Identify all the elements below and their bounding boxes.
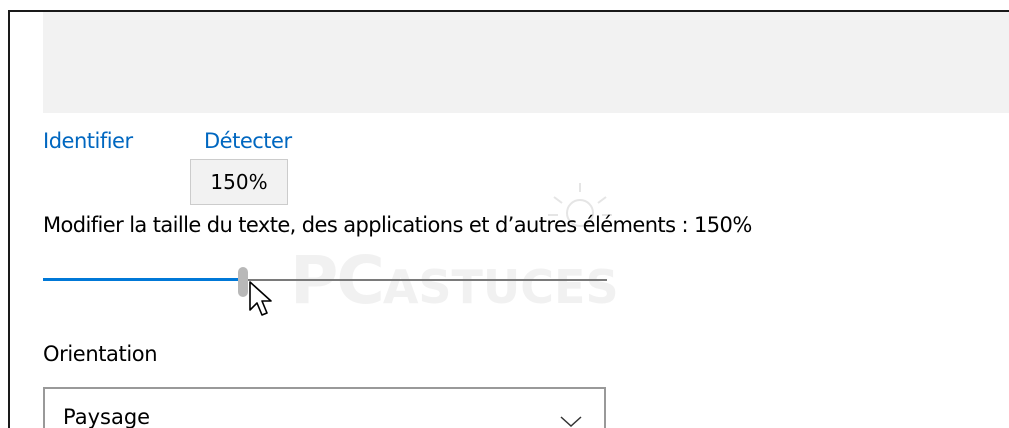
settings-panel: Identifier Détecter PCASTUCES Modifier l… [8,10,1009,428]
orientation-dropdown[interactable]: Paysage [43,387,606,428]
slider-thumb[interactable] [237,267,248,297]
orientation-label: Orientation [43,342,158,366]
orientation-selected-value: Paysage [63,405,151,428]
scale-label: Modifier la taille du texte, des applica… [43,213,752,237]
chevron-down-icon [560,413,582,428]
scale-slider[interactable] [43,267,607,297]
scale-tooltip: 150% [190,159,288,205]
detect-link[interactable]: Détecter [204,129,292,153]
slider-fill [43,278,243,281]
identify-link[interactable]: Identifier [43,129,133,153]
display-preview-area[interactable] [43,12,1009,113]
